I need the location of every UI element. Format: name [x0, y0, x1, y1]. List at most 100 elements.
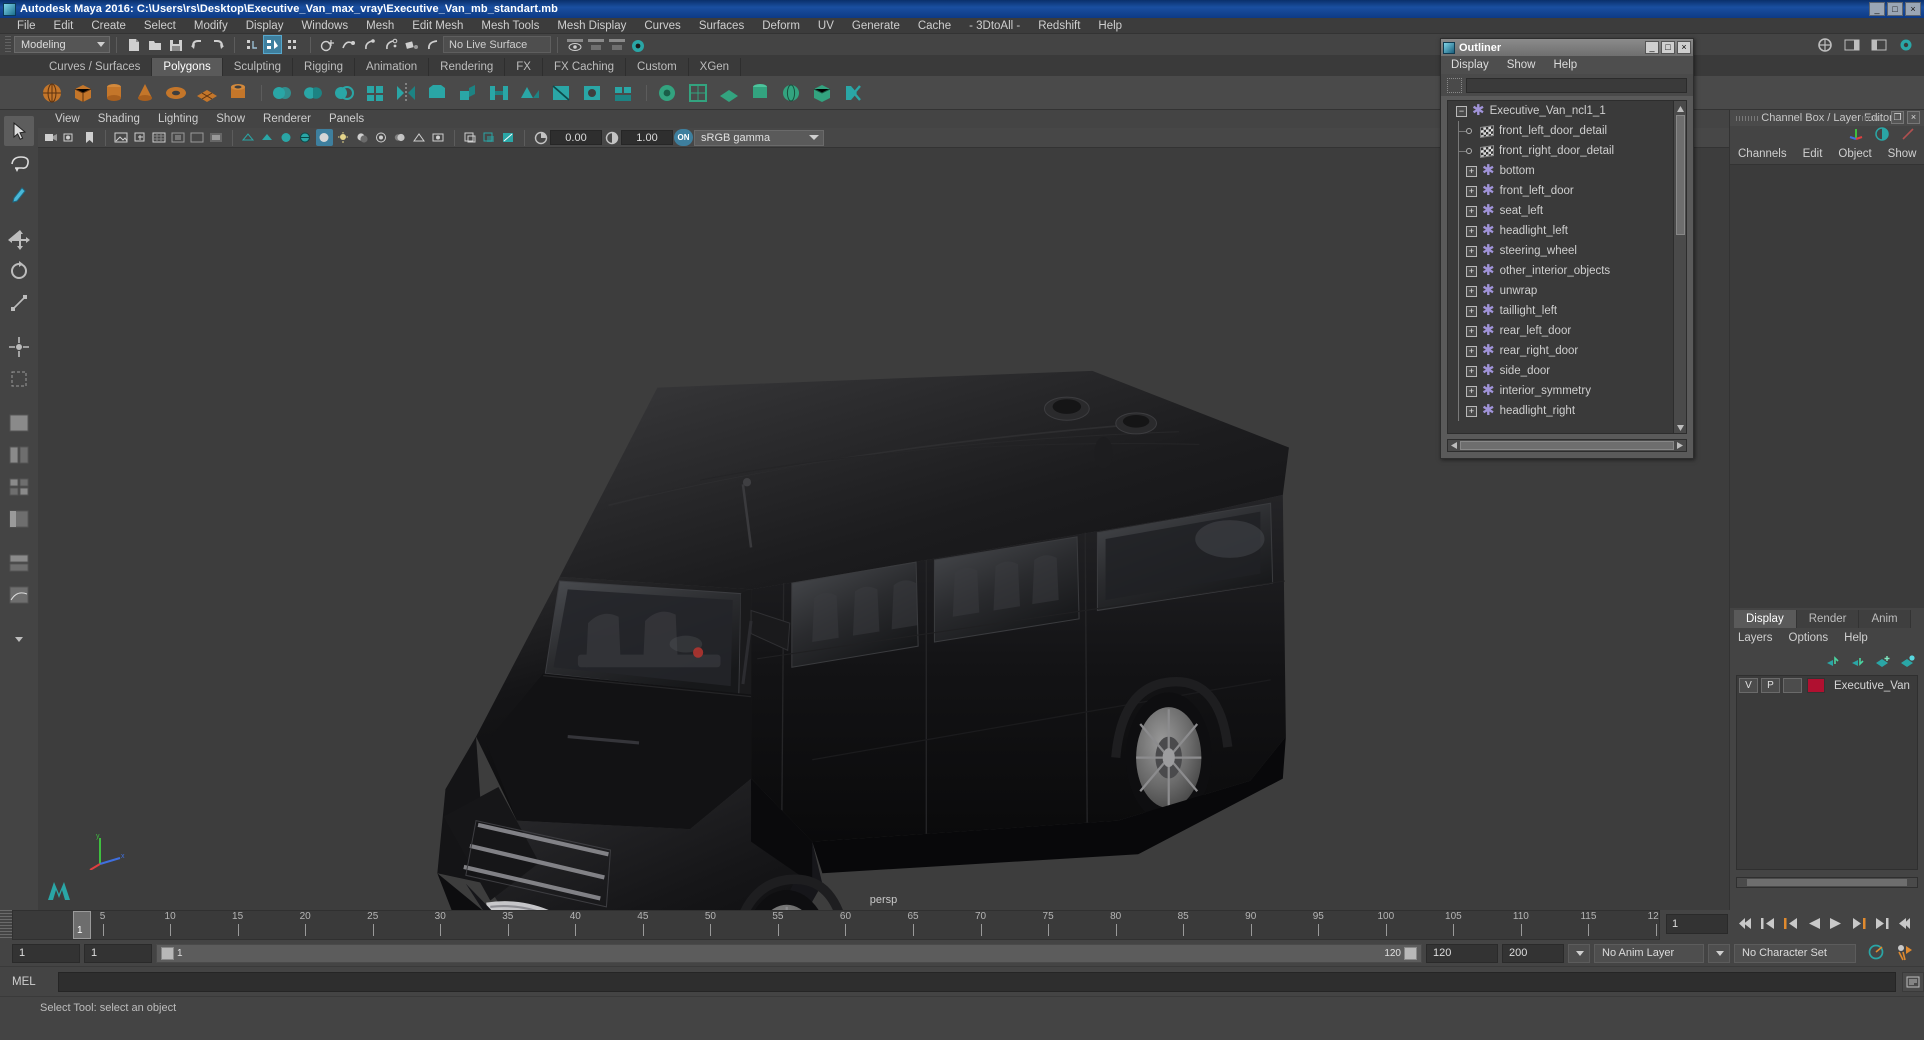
poly-torus-icon[interactable]	[162, 79, 190, 107]
gamma-icon[interactable]	[603, 129, 620, 146]
step-forward-key-icon[interactable]	[1874, 916, 1891, 934]
extrude-icon[interactable]	[454, 79, 482, 107]
shelf-tab-sculpting[interactable]: Sculpting	[222, 58, 294, 76]
outliner-maximize-button[interactable]: □	[1661, 41, 1675, 54]
layer-editor-tab-anim[interactable]: Anim	[1859, 610, 1911, 628]
layout-two-panes-icon[interactable]	[4, 440, 34, 470]
viewport-menu-shading[interactable]: Shading	[89, 113, 149, 125]
outliner-item[interactable]: − ✱ Executive_Van_ncl1_1	[1448, 101, 1673, 121]
channel-box-menu-edit[interactable]: Edit	[1803, 148, 1839, 160]
tree-expander[interactable]: +	[1466, 245, 1477, 257]
resolution-gate-icon[interactable]	[189, 129, 206, 146]
smooth-icon[interactable]	[361, 79, 389, 107]
texture-display-icon[interactable]	[316, 129, 333, 146]
panel-drag-dots-2[interactable]	[1862, 116, 1884, 121]
outliner-vscrollbar[interactable]	[1673, 101, 1686, 433]
layer-playback-toggle[interactable]: P	[1761, 678, 1780, 693]
range-start-field[interactable]: 1	[12, 943, 80, 963]
outliner-hscrollbar[interactable]	[1447, 439, 1687, 452]
paint-select-tool-icon[interactable]	[4, 180, 34, 210]
command-input[interactable]	[58, 971, 1896, 992]
poly-cube-icon[interactable]	[69, 79, 97, 107]
range-slider-bar[interactable]: 1 120	[156, 943, 1422, 963]
save-scene-icon[interactable]	[166, 35, 185, 54]
make-live-icon[interactable]	[423, 35, 442, 54]
range-options-dropdown[interactable]	[1568, 943, 1590, 963]
menu-item-mesh-display[interactable]: Mesh Display	[548, 18, 635, 34]
show-manipulator-tool-icon[interactable]	[4, 332, 34, 362]
fill-hole-icon[interactable]	[578, 79, 606, 107]
uv-spherical-icon[interactable]	[777, 79, 805, 107]
menu-item-mesh-tools[interactable]: Mesh Tools	[472, 18, 548, 34]
last-tool-used-icon[interactable]	[4, 364, 34, 394]
mirror-icon[interactable]	[392, 79, 420, 107]
outliner-item[interactable]: + ✱ side_door	[1448, 361, 1673, 381]
snap-view-plane-icon[interactable]	[402, 35, 421, 54]
panel-close-button[interactable]: ×	[1907, 111, 1920, 124]
multisample-aa-icon[interactable]	[411, 129, 428, 146]
range-left-handle[interactable]	[161, 946, 174, 960]
animation-end-field[interactable]: 200	[1502, 943, 1564, 963]
outliner-menu-help[interactable]: Help	[1554, 59, 1596, 71]
sidebar-toggle-1-icon[interactable]	[1842, 35, 1861, 54]
layout-graph-editor-icon[interactable]	[4, 580, 34, 610]
layer-type-toggle[interactable]	[1783, 678, 1802, 693]
outliner-tree[interactable]: − ✱ Executive_Van_ncl1_1 front_left_door_de…	[1447, 100, 1687, 434]
channel-box-menu-channels[interactable]: Channels	[1738, 148, 1803, 160]
layout-four-panes-icon[interactable]	[4, 472, 34, 502]
attribute-editor-icon[interactable]	[1874, 126, 1890, 144]
scroll-up-arrow-icon[interactable]	[1676, 103, 1685, 113]
menu-item-display[interactable]: Display	[237, 18, 293, 34]
color-management-toggle-icon[interactable]: ON	[674, 129, 693, 146]
menu-item-windows[interactable]: Windows	[292, 18, 357, 34]
exposure-icon[interactable]	[532, 129, 549, 146]
panel-drag-dots[interactable]	[1736, 116, 1758, 121]
viewport-menu-renderer[interactable]: Renderer	[254, 113, 320, 125]
tree-expander[interactable]: +	[1466, 345, 1477, 357]
script-editor-button[interactable]	[1902, 971, 1924, 992]
snap-curve-icon[interactable]	[339, 35, 358, 54]
color-profile-selector[interactable]: sRGB gamma	[694, 129, 824, 146]
channel-box-menu-object[interactable]: Object	[1838, 148, 1887, 160]
snap-grid-icon[interactable]	[318, 35, 337, 54]
display-layer-row[interactable]: V P Executive_Van	[1737, 676, 1917, 695]
shelf-tab-fx-caching[interactable]: FX Caching	[542, 58, 627, 76]
menu-item-curves[interactable]: Curves	[635, 18, 689, 34]
menu-item-cache[interactable]: Cache	[909, 18, 960, 34]
select-camera-icon[interactable]	[43, 129, 60, 146]
select-hierarchy-icon[interactable]	[242, 35, 261, 54]
viewport-menu-view[interactable]: View	[46, 113, 89, 125]
viewport-menu-show[interactable]: Show	[207, 113, 254, 125]
menu-item-modify[interactable]: Modify	[185, 18, 237, 34]
window-controls[interactable]: _ □ ×	[1869, 2, 1921, 16]
layout-more-icon[interactable]	[4, 624, 34, 654]
menu-set-selector[interactable]: Modeling	[14, 36, 110, 53]
bridge-icon[interactable]	[485, 79, 513, 107]
outliner-vscroll-thumb[interactable]	[1676, 115, 1685, 235]
menu-item-3dtoall[interactable]: - 3DtoAll -	[960, 18, 1029, 34]
range-right-handle[interactable]	[1404, 946, 1417, 960]
layout-persp-outliner-icon[interactable]	[4, 504, 34, 534]
playback-start-field[interactable]: 1	[84, 943, 152, 963]
image-plane-icon[interactable]	[113, 129, 130, 146]
layer-editor-tab-display[interactable]: Display	[1734, 610, 1797, 628]
select-object-icon[interactable]	[263, 35, 282, 54]
smooth-shade-all-icon[interactable]	[259, 129, 276, 146]
uv-editor-icon[interactable]	[684, 79, 712, 107]
shadows-icon[interactable]	[354, 129, 371, 146]
viewport-menu-panels[interactable]: Panels	[320, 113, 373, 125]
menu-item-file[interactable]: File	[8, 18, 45, 34]
anim-layer-dropdown[interactable]: No Anim Layer	[1594, 943, 1704, 963]
separate-icon[interactable]	[299, 79, 327, 107]
tree-expander[interactable]: +	[1466, 325, 1477, 337]
xray-icon[interactable]	[481, 129, 498, 146]
xray-joints-icon[interactable]	[500, 129, 517, 146]
tool-settings-icon[interactable]	[1900, 127, 1916, 144]
toolbar-grip[interactable]	[5, 35, 11, 54]
tree-expander[interactable]: +	[1466, 205, 1477, 217]
outliner-item[interactable]: + ✱ seat_left	[1448, 201, 1673, 221]
outliner-item[interactable]: + ✱ headlight_left	[1448, 221, 1673, 241]
gate-mask-icon[interactable]	[208, 129, 225, 146]
menu-item-surfaces[interactable]: Surfaces	[690, 18, 753, 34]
layout-hypershade-icon[interactable]	[4, 548, 34, 578]
